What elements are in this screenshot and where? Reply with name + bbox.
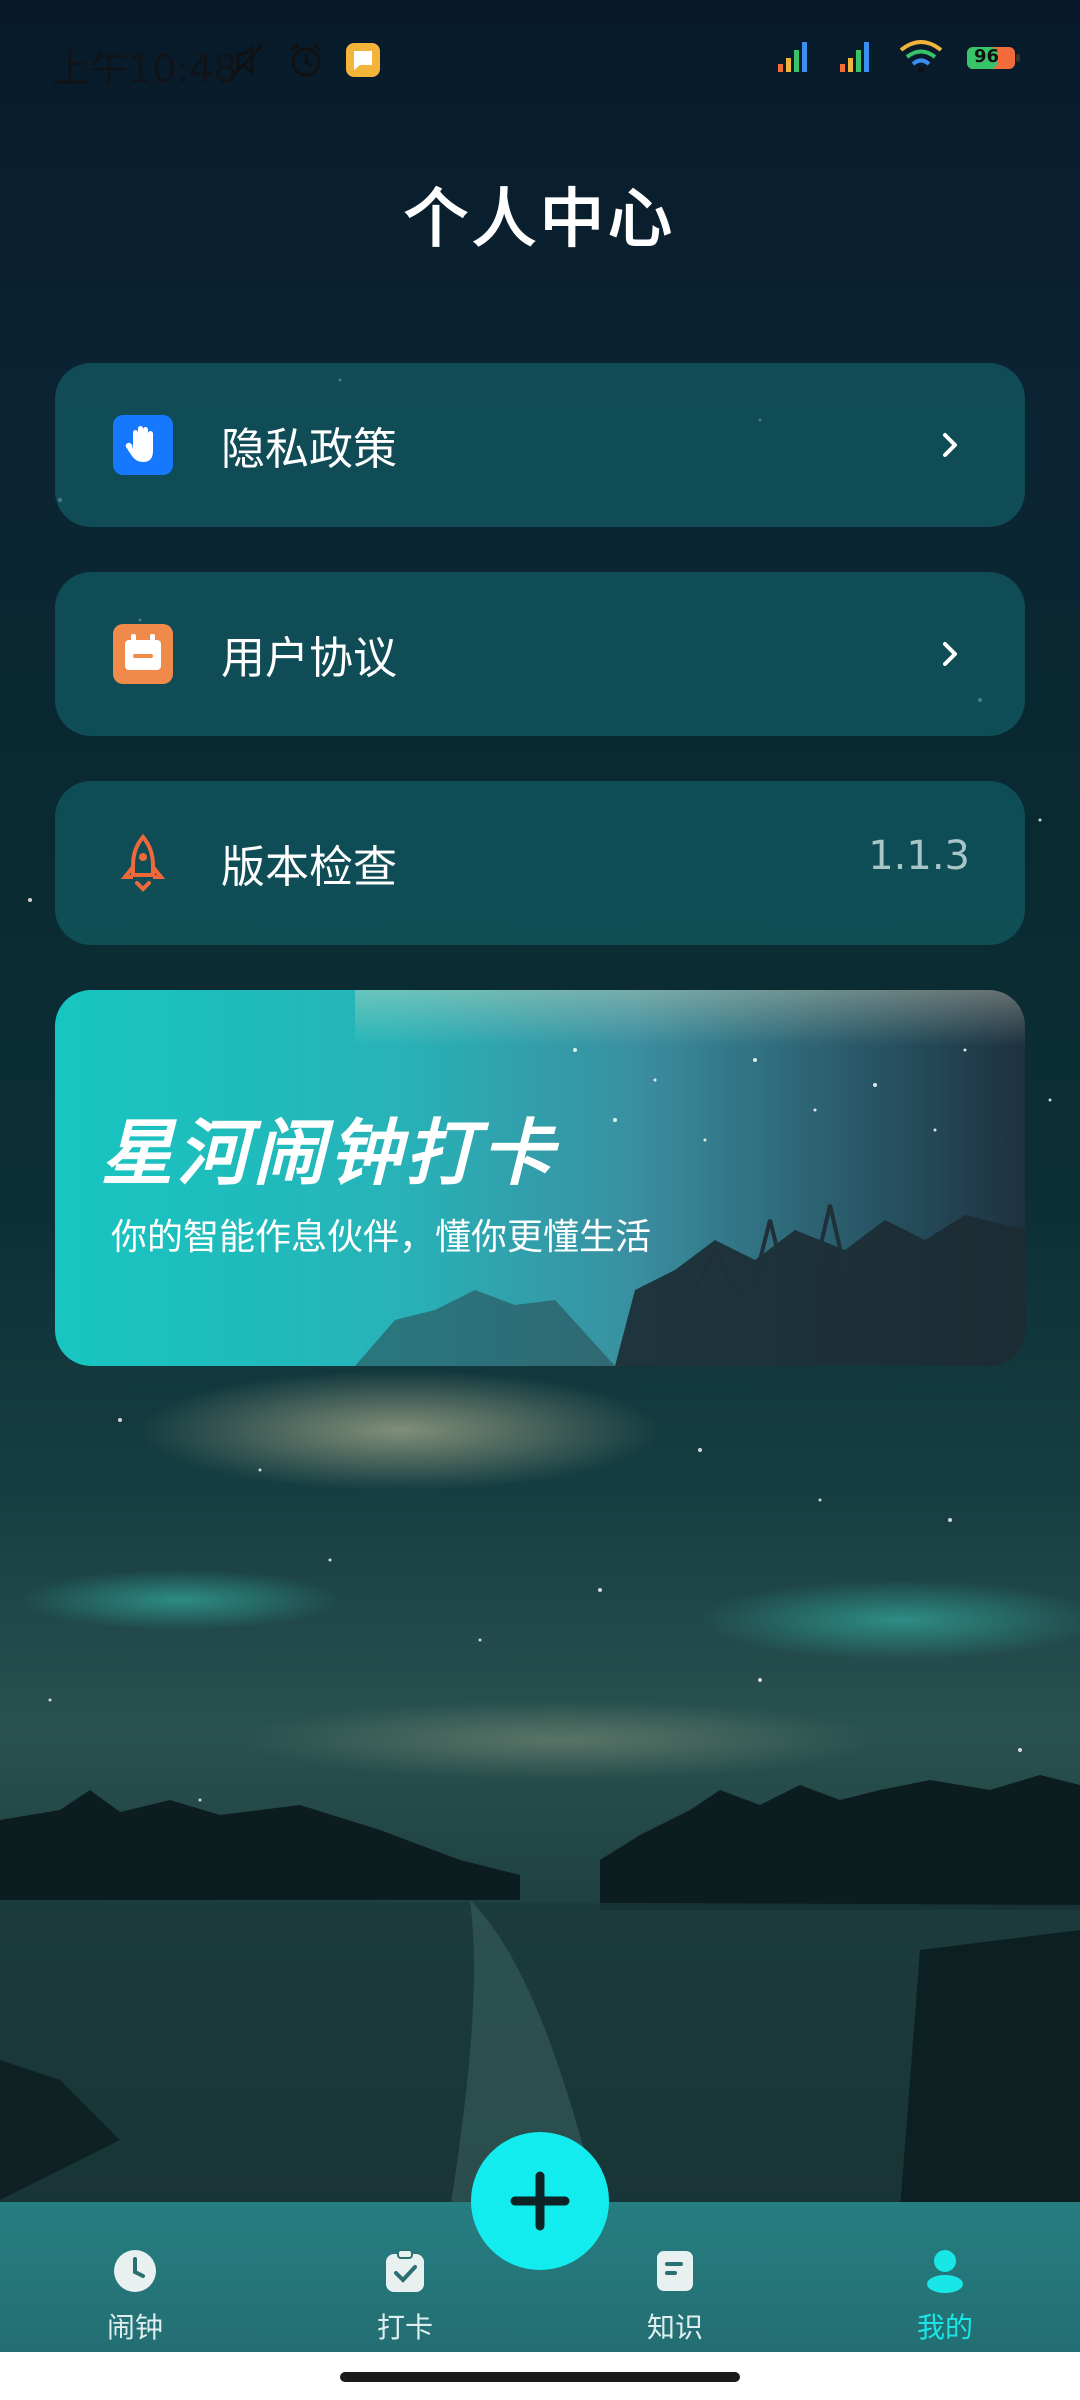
checkin-icon (382, 2249, 428, 2298)
home-indicator[interactable] (340, 2372, 740, 2382)
book-icon (652, 2251, 698, 2298)
signal-icon (774, 38, 814, 78)
tab-mine-label: 我的 (916, 2311, 973, 2344)
version-check-item[interactable]: 版本检查 1.1.3 (55, 781, 1025, 945)
signal-icon-2 (836, 38, 876, 78)
version-number: 1.1.3 (868, 833, 970, 879)
status-bar: 上午10:48 96 (0, 0, 1080, 125)
status-left-icons (228, 40, 382, 84)
clock-icon (112, 2250, 158, 2298)
wifi-icon (898, 38, 944, 78)
privacy-policy-item[interactable]: 隐私政策 (55, 363, 1025, 527)
user-agreement-label: 用户协议 (221, 633, 397, 684)
tab-alarm[interactable]: 闹钟 (65, 2248, 205, 2346)
user-icon (922, 2250, 968, 2298)
alarm-icon (286, 40, 326, 84)
chevron-right-icon (935, 630, 965, 678)
battery-icon: 96 (966, 45, 1022, 71)
plus-icon (471, 2171, 609, 2274)
mute-icon (228, 40, 268, 84)
chevron-right-icon (935, 421, 965, 469)
user-agreement-item[interactable]: 用户协议 (55, 572, 1025, 736)
app-banner: 星河闹钟打卡 你的智能作息伙伴，懂你更懂生活 (55, 990, 1025, 1366)
calendar-icon (113, 624, 173, 684)
battery-level: 96 (974, 46, 1000, 67)
version-check-label: 版本检查 (221, 842, 397, 893)
tab-knowledge[interactable]: 知识 (605, 2248, 745, 2346)
status-right-icons: 96 (774, 38, 1022, 78)
banner-subtitle: 你的智能作息伙伴，懂你更懂生活 (111, 1217, 652, 1258)
tab-mine[interactable]: 我的 (875, 2248, 1015, 2346)
page-title: 个人中心 (404, 183, 676, 257)
tab-alarm-label: 闹钟 (106, 2311, 163, 2344)
banner-title: 星河闹钟打卡 (101, 1111, 558, 1195)
tab-checkin[interactable]: 打卡 (335, 2248, 475, 2346)
privacy-policy-label: 隐私政策 (221, 424, 397, 475)
tab-checkin-label: 打卡 (376, 2311, 433, 2344)
rocket-icon (113, 833, 173, 893)
tab-knowledge-label: 知识 (646, 2311, 703, 2344)
status-time: 上午10:48 (52, 47, 238, 91)
hand-icon (113, 415, 173, 475)
add-button[interactable] (471, 2132, 609, 2270)
message-icon (344, 41, 382, 83)
